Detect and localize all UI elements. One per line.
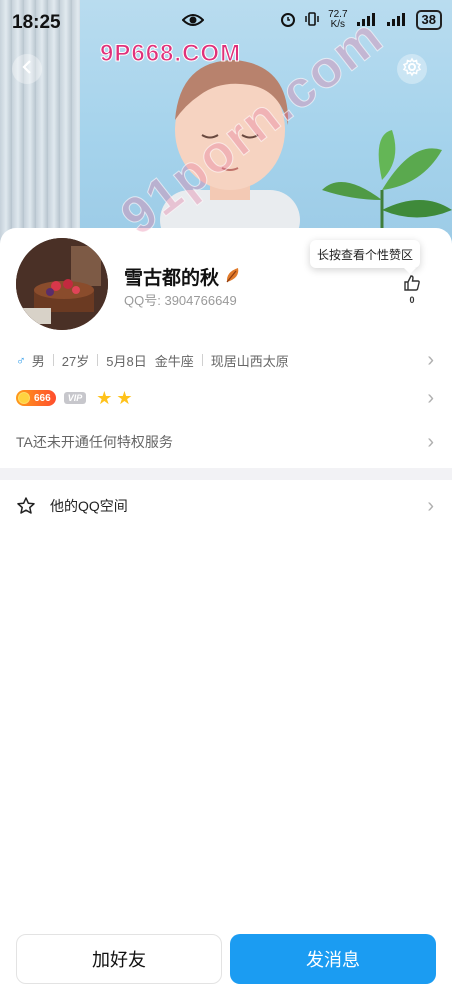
- like-tooltip: 长按查看个性赞区: [310, 240, 420, 274]
- qzone-star-icon: [16, 496, 36, 516]
- like-count: 0: [409, 295, 415, 305]
- separator: [97, 354, 99, 366]
- coin-icon: [18, 392, 30, 404]
- separator: [52, 354, 54, 366]
- vibrate-icon: [304, 11, 320, 30]
- level-badge: 666: [16, 390, 56, 406]
- like-button[interactable]: 0: [401, 274, 423, 305]
- qq-label: QQ号:: [124, 293, 161, 308]
- signal-icon-2: [386, 12, 408, 29]
- chevron-right-icon: ›: [427, 348, 434, 371]
- chevron-right-icon: ›: [427, 494, 434, 517]
- status-time: 18:25: [12, 12, 61, 33]
- settings-button[interactable]: [397, 54, 427, 84]
- eye-care-icon: [181, 12, 205, 33]
- birthday: 5月8日: [106, 353, 147, 369]
- vip-badge: VIP: [63, 392, 87, 404]
- qq-number: 3904766649: [164, 293, 237, 308]
- level-value: 666: [34, 392, 51, 404]
- age: 27岁: [61, 353, 90, 369]
- send-message-button[interactable]: 发消息: [230, 934, 436, 984]
- thumbs-up-icon: [403, 275, 421, 296]
- chevron-left-icon: [20, 59, 34, 80]
- avatar[interactable]: [16, 238, 108, 330]
- add-friend-button[interactable]: 加好友: [16, 934, 222, 984]
- chevron-right-icon: ›: [427, 386, 434, 409]
- star-badges: ★ ★: [92, 388, 132, 409]
- star-icon: ★: [116, 387, 133, 408]
- qq-number-line: QQ号: 3904766649: [124, 290, 237, 309]
- qzone-label: 他的QQ空间: [50, 498, 128, 514]
- basic-info-row[interactable]: ♂ 男 27岁 5月8日 金牛座 现居山西太原 ›: [0, 348, 452, 372]
- profile-card: [0, 228, 452, 1000]
- avatar-cake-image: [16, 238, 108, 330]
- privilege-row[interactable]: TA还未开通任何特权服务 ›: [0, 430, 452, 454]
- alarm-icon: [280, 11, 296, 30]
- qzone-row[interactable]: 他的QQ空间 ›: [0, 494, 452, 518]
- privilege-text: TA还未开通任何特权服务: [16, 434, 173, 450]
- battery-indicator: 38: [415, 10, 442, 30]
- leaf-icon: [224, 268, 242, 289]
- watermark-top: 9P668.COM: [99, 40, 242, 68]
- gear-icon: [402, 57, 422, 82]
- male-icon: ♂: [16, 352, 26, 368]
- section-divider: [0, 468, 452, 480]
- star-icon: ★: [96, 387, 113, 408]
- location: 现居山西太原: [210, 353, 289, 369]
- bottom-action-bar: 加好友 发消息: [0, 934, 452, 986]
- zodiac: 金牛座: [154, 353, 194, 369]
- back-button[interactable]: [12, 54, 42, 84]
- separator: [201, 354, 203, 366]
- nickname: 雪古都的秋: [124, 263, 242, 290]
- chevron-right-icon: ›: [427, 430, 434, 453]
- gender: 男: [31, 353, 45, 369]
- badges-row[interactable]: 666 VIP ★ ★ ›: [0, 386, 452, 410]
- nickname-text: 雪古都的秋: [124, 268, 220, 289]
